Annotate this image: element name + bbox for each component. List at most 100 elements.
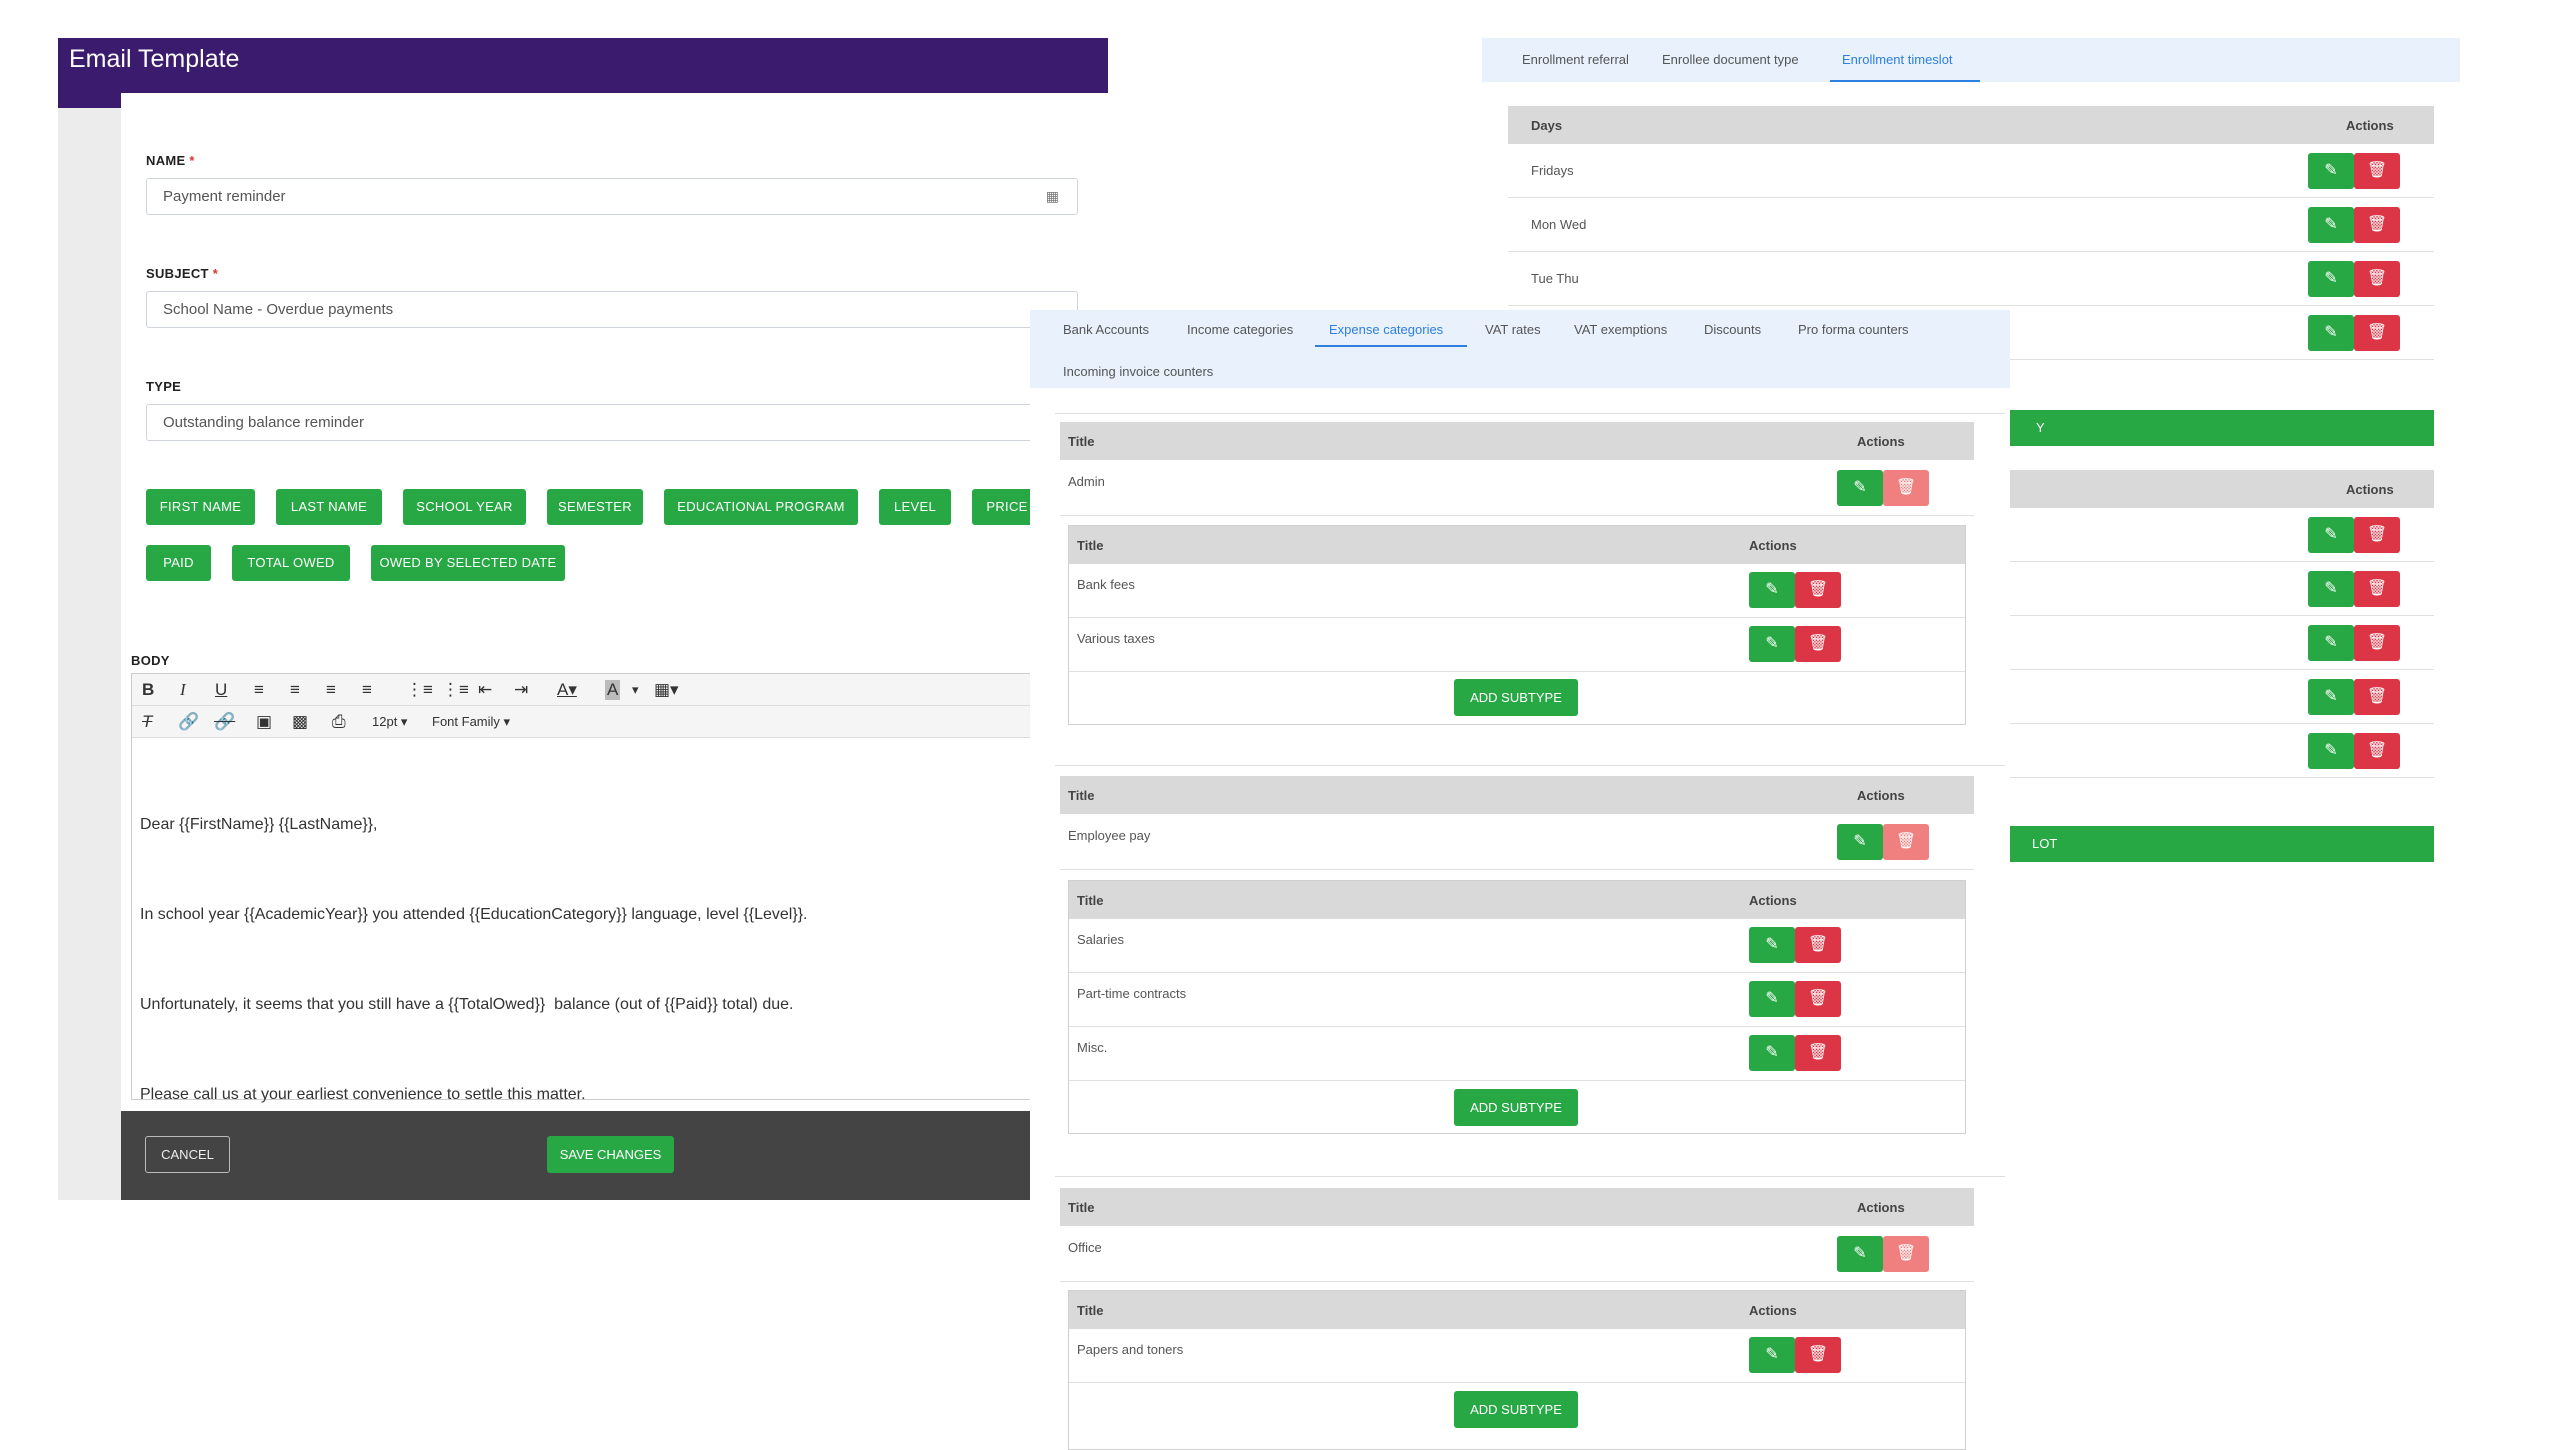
pencil-icon[interactable]: ✎ [2308, 625, 2354, 661]
trash-icon[interactable]: 🗑 [2354, 207, 2400, 243]
type-select[interactable]: Outstanding balance reminder [146, 404, 1108, 441]
pencil-icon[interactable]: ✎ [2308, 261, 2354, 297]
trash-icon[interactable]: 🗑 [1883, 824, 1929, 860]
trash-icon[interactable]: 🗑 [2354, 679, 2400, 715]
placeholder-school-year-button[interactable]: SCHOOL YEAR [403, 489, 526, 525]
numbered-list-icon[interactable]: ⋮≡ [442, 680, 469, 700]
image-icon[interactable]: ▣ [256, 712, 272, 732]
pencil-icon[interactable]: ✎ [1749, 1035, 1795, 1071]
actions-column-header: Actions [1857, 1200, 1905, 1215]
chevron-down-icon[interactable]: ▾ [632, 682, 639, 698]
print-icon[interactable]: ⎙ [332, 712, 346, 732]
subtype-row: Salaries ✎ 🗑 [1069, 919, 1965, 973]
pencil-icon[interactable]: ✎ [1749, 626, 1795, 662]
tab-enrollment-timeslot[interactable]: Enrollment timeslot [1842, 52, 1953, 67]
outdent-icon[interactable]: ⇤ [478, 680, 492, 700]
body-line: Dear {{FirstName}} {{LastName}}, [140, 816, 378, 833]
pencil-icon[interactable]: ✎ [1749, 927, 1795, 963]
bullet-list-icon[interactable]: ⋮≡ [406, 680, 433, 700]
tab-enrollee-document-type[interactable]: Enrollee document type [1662, 52, 1799, 67]
trash-icon[interactable]: 🗑 [1795, 1337, 1841, 1373]
add-subtype-button[interactable]: ADD SUBTYPE [1454, 1089, 1578, 1126]
tab-discounts[interactable]: Discounts [1704, 322, 1761, 337]
save-changes-button[interactable]: SAVE CHANGES [547, 1136, 674, 1173]
pencil-icon[interactable]: ✎ [2308, 153, 2354, 189]
tab-pro-forma-counters[interactable]: Pro forma counters [1798, 322, 1909, 337]
pencil-icon[interactable]: ✎ [1837, 1236, 1883, 1272]
tab-vat-rates[interactable]: VAT rates [1485, 322, 1541, 337]
add-subtype-button[interactable]: ADD SUBTYPE [1454, 679, 1578, 716]
placeholder-paid-button[interactable]: PAID [146, 545, 211, 581]
tab-expense-categories[interactable]: Expense categories [1329, 322, 1443, 337]
actions-column-header: Actions [2346, 118, 2394, 133]
pencil-icon[interactable]: ✎ [1749, 1337, 1795, 1373]
font-family-select[interactable]: Font Family ▾ [432, 714, 510, 730]
pencil-icon[interactable]: ✎ [1837, 824, 1883, 860]
table-icon[interactable]: ▦▾ [654, 680, 679, 700]
placeholder-semester-button[interactable]: SEMESTER [547, 489, 643, 525]
table-row: Tue Thu ✎ 🗑 [1508, 252, 2434, 306]
italic-icon[interactable]: I [180, 680, 186, 700]
tab-income-categories[interactable]: Income categories [1187, 322, 1293, 337]
trash-icon[interactable]: 🗑 [1795, 927, 1841, 963]
media-icon[interactable]: ▩ [292, 712, 308, 732]
tab-vat-exemptions[interactable]: VAT exemptions [1574, 322, 1667, 337]
trash-icon[interactable]: 🗑 [2354, 261, 2400, 297]
placeholder-level-button[interactable]: LEVEL [879, 489, 951, 525]
align-center-icon[interactable]: ≡ [290, 680, 300, 700]
link-icon[interactable]: 🔗 [178, 712, 199, 732]
pencil-icon[interactable]: ✎ [2308, 679, 2354, 715]
rich-text-editor[interactable]: B I U ≡ ≡ ≡ ≡ ⋮≡ ⋮≡ ⇤ ⇥ A▾ A ▾ ▦▾ T 🔗 🔗 [131, 673, 1109, 1103]
trash-icon[interactable]: 🗑 [1883, 1236, 1929, 1272]
divider [1055, 413, 2005, 414]
subject-input[interactable]: School Name - Overdue payments [146, 291, 1078, 328]
trash-icon[interactable]: 🗑 [1795, 626, 1841, 662]
title-column-header: Title [1068, 1200, 1095, 1215]
text-color-icon[interactable]: A▾ [557, 680, 577, 700]
underline-icon[interactable]: U [215, 680, 227, 700]
timeslot-table-header: Days Actions [1508, 106, 2434, 144]
trash-icon[interactable]: 🗑 [1795, 981, 1841, 1017]
pencil-icon[interactable]: ✎ [1749, 981, 1795, 1017]
pencil-icon[interactable]: ✎ [2308, 207, 2354, 243]
trash-icon[interactable]: 🗑 [1883, 470, 1929, 506]
tab-enrollment-referral[interactable]: Enrollment referral [1522, 52, 1629, 67]
unlink-icon[interactable]: 🔗 [214, 712, 235, 732]
trash-icon[interactable]: 🗑 [2354, 153, 2400, 189]
trash-icon[interactable]: 🗑 [2354, 625, 2400, 661]
editor-content[interactable]: Dear {{FirstName}} {{LastName}}, In scho… [140, 750, 807, 1170]
pencil-icon[interactable]: ✎ [2308, 571, 2354, 607]
pencil-icon[interactable]: ✎ [2308, 315, 2354, 351]
add-subtype-button[interactable]: ADD SUBTYPE [1454, 1391, 1578, 1428]
background-color-icon[interactable]: A [605, 680, 621, 700]
pencil-icon[interactable]: ✎ [2308, 517, 2354, 553]
placeholder-owed-by-date-button[interactable]: OWED BY SELECTED DATE [371, 545, 565, 581]
placeholder-last-name-button[interactable]: LAST NAME [276, 489, 382, 525]
bold-icon[interactable]: B [142, 680, 154, 700]
autofill-icon[interactable]: ▦ [1046, 188, 1059, 205]
placeholder-total-owed-button[interactable]: TOTAL OWED [232, 545, 350, 581]
placeholder-educational-program-button[interactable]: EDUCATIONAL PROGRAM [664, 489, 858, 525]
pencil-icon[interactable]: ✎ [2308, 733, 2354, 769]
placeholder-first-name-button[interactable]: FIRST NAME [146, 489, 255, 525]
tab-bank-accounts[interactable]: Bank Accounts [1063, 322, 1149, 337]
pencil-icon[interactable]: ✎ [1749, 572, 1795, 608]
tab-incoming-invoice-counters[interactable]: Incoming invoice counters [1063, 364, 1213, 379]
trash-icon[interactable]: 🗑 [2354, 517, 2400, 553]
align-left-icon[interactable]: ≡ [254, 680, 264, 700]
font-size-select[interactable]: 12pt ▾ [372, 714, 407, 730]
align-justify-icon[interactable]: ≡ [362, 680, 372, 700]
clear-formatting-icon[interactable]: T [142, 712, 152, 732]
trash-icon[interactable]: 🗑 [1795, 1035, 1841, 1071]
trash-icon[interactable]: 🗑 [2354, 315, 2400, 351]
trash-icon[interactable]: 🗑 [2354, 733, 2400, 769]
cancel-button[interactable]: CANCEL [145, 1136, 230, 1173]
name-input[interactable]: Payment reminder ▦ [146, 178, 1078, 215]
trash-icon[interactable]: 🗑 [2354, 571, 2400, 607]
category-row: Admin ✎ 🗑 [1060, 460, 1974, 516]
pencil-icon[interactable]: ✎ [1837, 470, 1883, 506]
trash-icon[interactable]: 🗑 [1795, 572, 1841, 608]
actions-column-header: Actions [1749, 1303, 1797, 1318]
align-right-icon[interactable]: ≡ [326, 680, 336, 700]
indent-icon[interactable]: ⇥ [514, 680, 528, 700]
